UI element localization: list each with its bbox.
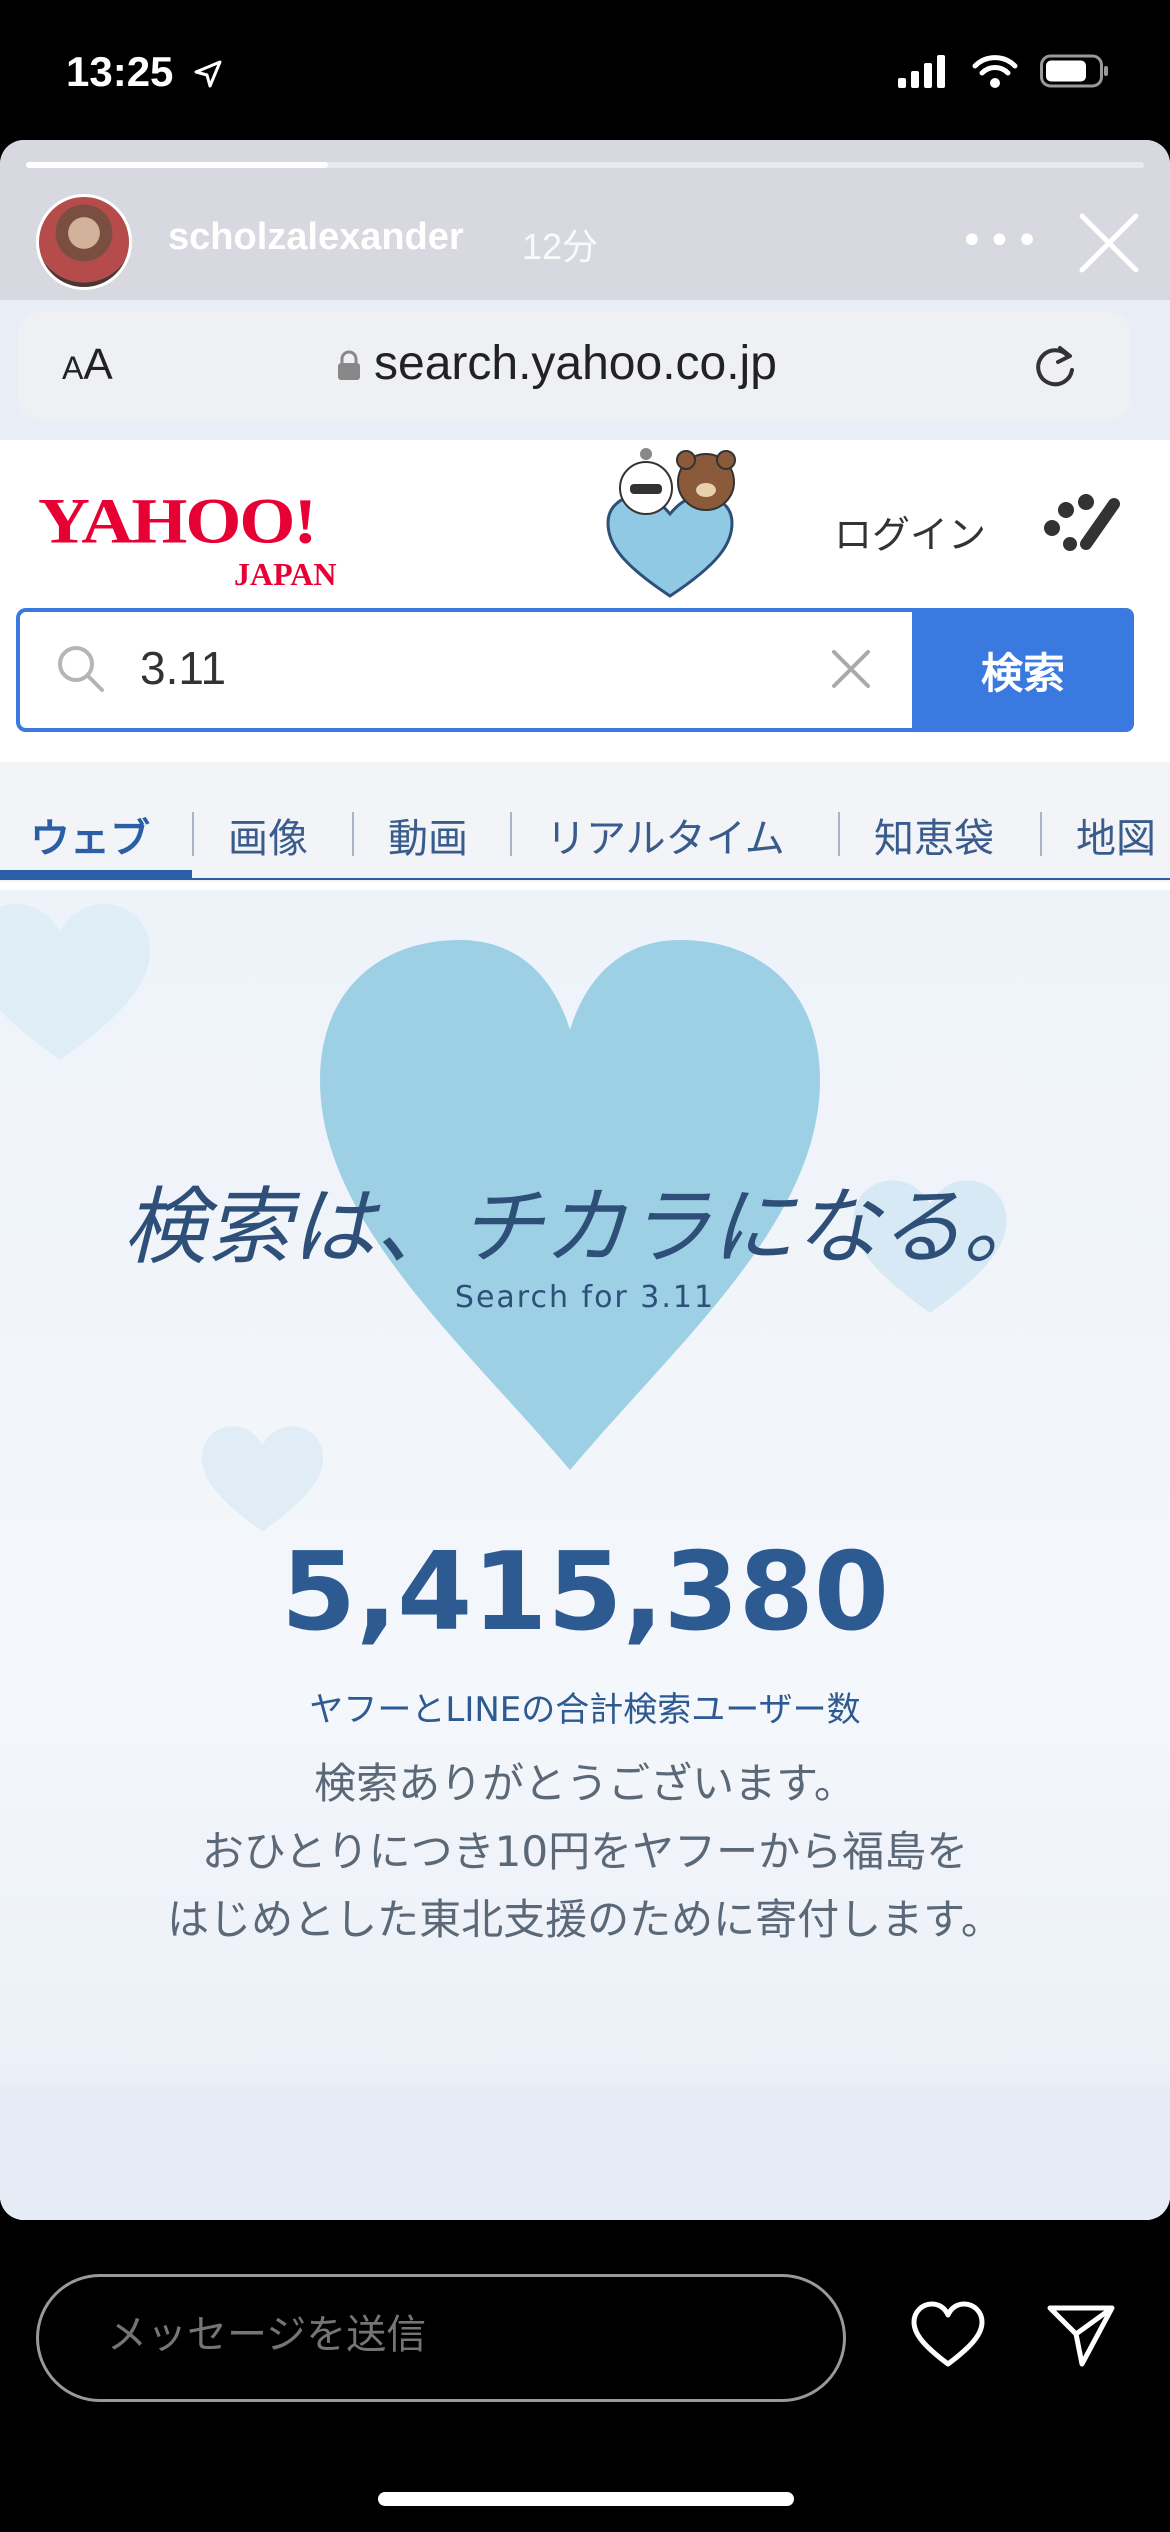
lock-icon <box>338 350 360 380</box>
donation-message: 検索ありがとうございます。 おひとりにつき10円をヤフーから福島を はじめとした… <box>0 1750 1170 1954</box>
tab-chiebukuro[interactable]: 知恵袋 <box>874 806 994 864</box>
slogan-english: Search for 3.11 <box>454 1280 716 1315</box>
yahoo-page: YAHOO! JAPAN ログイン 3.11 検索 ウェブ 画像 動画 リアルタ… <box>0 440 1170 2220</box>
banner-footer-area <box>0 2085 1170 2220</box>
browser-url-bar[interactable]: AAAA search.yahoo.co.jp <box>18 312 1130 420</box>
text-size-small-a: A <box>62 350 84 386</box>
like-heart-icon[interactable] <box>910 2300 986 2370</box>
story-time-ago: 12分 <box>522 226 599 267</box>
tab-separator <box>352 812 354 856</box>
search-user-counter: 5,415,380 <box>280 1530 890 1655</box>
tab-map[interactable]: 地図 <box>1076 806 1156 864</box>
battery-icon <box>1040 54 1108 88</box>
story-card: scholzalexander 12分 ••• AAAA search.yaho… <box>0 140 1170 2220</box>
status-icons <box>898 54 1110 88</box>
tab-separator <box>1040 812 1042 856</box>
search-input[interactable] <box>138 640 742 696</box>
message-box[interactable] <box>36 2274 846 2402</box>
donation-message-line: おひとりにつき10円をヤフーから福島を <box>201 1827 969 1876</box>
login-link[interactable]: ログイン <box>834 504 986 559</box>
message-input[interactable] <box>105 2311 809 2359</box>
search-tabs: ウェブ 画像 動画 リアルタイム 知恵袋 地図 <box>0 762 1170 882</box>
avatar[interactable] <box>36 194 132 290</box>
tab-videos[interactable]: 動画 <box>388 806 468 864</box>
tab-separator <box>838 812 840 856</box>
donation-message-line: はじめとした東北支援のために寄付します。 <box>167 1895 1003 1944</box>
search-icon <box>58 646 104 692</box>
mascot-illustration <box>606 448 736 598</box>
cellular-signal-icon <box>898 55 945 88</box>
clear-icon[interactable] <box>826 644 876 694</box>
active-tab-indicator <box>0 870 192 880</box>
tab-realtime[interactable]: リアルタイム <box>546 806 785 864</box>
text-size-button[interactable]: AAAA <box>62 340 113 390</box>
story-username[interactable]: scholzalexander <box>168 216 464 259</box>
tab-separator <box>510 812 512 856</box>
tab-images[interactable]: 画像 <box>228 806 308 864</box>
search-box: 検索 <box>16 608 1134 732</box>
send-icon[interactable] <box>1046 2302 1116 2368</box>
counter-label: ヤフーとLINEの合計検索ユーザー数 <box>309 1690 861 1730</box>
home-indicator[interactable] <box>378 2492 794 2506</box>
yahoo-logo[interactable]: YAHOO! JAPAN <box>38 480 337 592</box>
location-arrow-icon <box>194 60 222 88</box>
story-progress-fill <box>26 162 328 168</box>
tab-separator <box>192 812 194 856</box>
close-icon[interactable] <box>1074 208 1144 278</box>
url-text[interactable]: search.yahoo.co.jp <box>374 336 777 391</box>
story-progress-bar <box>26 162 1144 168</box>
reload-icon[interactable] <box>1030 342 1080 392</box>
slogan: 検索は、チカラになる。 <box>122 1178 1047 1276</box>
tab-web[interactable]: ウェブ <box>30 806 150 864</box>
search-button[interactable]: 検索 <box>912 608 1134 732</box>
search-for-311-banner[interactable]: 検索は、チカラになる。 Search for 3.11 5,415,380 ヤフ… <box>0 890 1170 2220</box>
background-heart-icon <box>0 904 150 1060</box>
menu-icon[interactable] <box>1040 488 1120 558</box>
status-time: 13:25 <box>66 48 174 95</box>
yahoo-logo-main: YAHOO! <box>38 485 317 558</box>
more-options-button[interactable]: ••• <box>960 218 1043 264</box>
yahoo-logo-sub: JAPAN <box>234 556 337 592</box>
wifi-icon <box>972 55 1018 88</box>
donation-message-line: 検索ありがとうございます。 <box>314 1759 856 1808</box>
text-size-large-a: A <box>83 340 113 389</box>
